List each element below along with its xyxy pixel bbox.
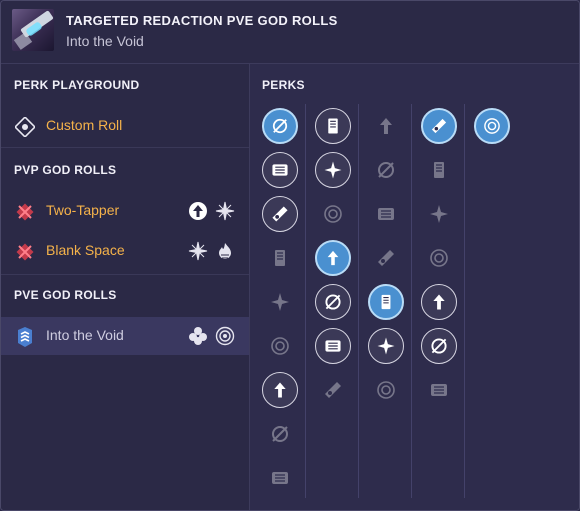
barrel-corkscrew-icon[interactable]: [262, 328, 298, 364]
mag-ricochet-icon[interactable]: [315, 108, 351, 144]
perk-snap-icon[interactable]: [368, 372, 404, 408]
perk-arrow-up-icon[interactable]: [421, 328, 457, 364]
perk-mask-icon[interactable]: [368, 196, 404, 232]
barrel-smallbore-icon[interactable]: [262, 240, 298, 276]
crossed-out-icon: [16, 243, 34, 261]
weapon-thumbnail: [12, 9, 54, 51]
custom-roll-icon: [15, 117, 35, 137]
mag-flared-icon[interactable]: [315, 196, 351, 232]
barrel-hammer-icon[interactable]: [262, 284, 298, 320]
perk-sword-icon[interactable]: [368, 328, 404, 364]
sidebar-item-two-tapper[interactable]: Two-Tapper: [1, 192, 249, 230]
sidebar-item-blank-space[interactable]: Blank Space: [1, 232, 249, 270]
mag-appended-icon[interactable]: [315, 152, 351, 188]
perks-panel: PERKS: [250, 64, 579, 510]
barrel-arrowhead-icon[interactable]: [262, 372, 298, 408]
section-heading-perk-playground: PERK PLAYGROUND: [14, 78, 140, 92]
perk-grave-robber-icon[interactable]: [368, 152, 404, 188]
barrel-spiral-icon[interactable]: [262, 108, 298, 144]
perk-dotted-ring-icon[interactable]: [421, 372, 457, 408]
section-heading-pvp-god-rolls: PVP GOD ROLLS: [14, 163, 117, 177]
target-icon: [215, 326, 235, 346]
masterwork-emblem-icon[interactable]: [474, 108, 510, 144]
perk-web-icon[interactable]: [421, 284, 457, 320]
cluster-icon: [189, 327, 207, 345]
mag-extended-icon[interactable]: [315, 328, 351, 364]
perk-feeding-frenzy-icon[interactable]: [368, 240, 404, 276]
crossed-out-icon: [16, 203, 34, 221]
sidebar-item-label: Blank Space: [46, 242, 125, 258]
perk-shard-icon[interactable]: [421, 152, 457, 188]
page-subtitle: Into the Void: [66, 33, 144, 49]
sidebar-item-label: Custom Roll: [46, 117, 123, 133]
perk-threat-detector-icon[interactable]: [368, 108, 404, 144]
perks-heading: PERKS: [262, 78, 305, 92]
flame-icon: [219, 243, 231, 259]
mag-armor-piercing-icon[interactable]: [315, 284, 351, 320]
rapid-hit-icon: [189, 202, 207, 220]
perk-cluster-icon[interactable]: [368, 284, 404, 320]
perk-target-icon[interactable]: [421, 108, 457, 144]
barrel-fluted-icon[interactable]: [262, 196, 298, 232]
sidebar-item-custom-roll[interactable]: Custom Roll: [1, 107, 249, 145]
roll-sidebar: PERK PLAYGROUND Custom Roll PVP GOD ROLL…: [1, 64, 250, 510]
sidebar-item-label: Two-Tapper: [46, 202, 120, 218]
sidebar-item-into-the-void[interactable]: Into the Void: [1, 317, 249, 355]
god-roll-panel: TARGETED REDACTION PVE GOD ROLLS Into th…: [0, 0, 580, 511]
barrel-full-bore-icon[interactable]: [262, 460, 298, 496]
page-title: TARGETED REDACTION PVE GOD ROLLS: [66, 13, 338, 28]
sidebar-item-label: Into the Void: [46, 327, 124, 343]
section-heading-pve-god-rolls: PVE GOD ROLLS: [14, 288, 117, 302]
mag-steady-icon[interactable]: [315, 372, 351, 408]
perk-flame-ring-icon[interactable]: [421, 240, 457, 276]
barrel-chamber-icon[interactable]: [262, 152, 298, 188]
mag-tactical-icon[interactable]: [315, 240, 351, 276]
chevron-rank-icon: [18, 327, 32, 347]
header: TARGETED REDACTION PVE GOD ROLLS Into th…: [1, 1, 579, 64]
snap-icon: [215, 201, 235, 221]
barrel-extended-icon[interactable]: [262, 416, 298, 452]
perk-flame-icon[interactable]: [421, 196, 457, 232]
snap-icon: [188, 241, 208, 261]
